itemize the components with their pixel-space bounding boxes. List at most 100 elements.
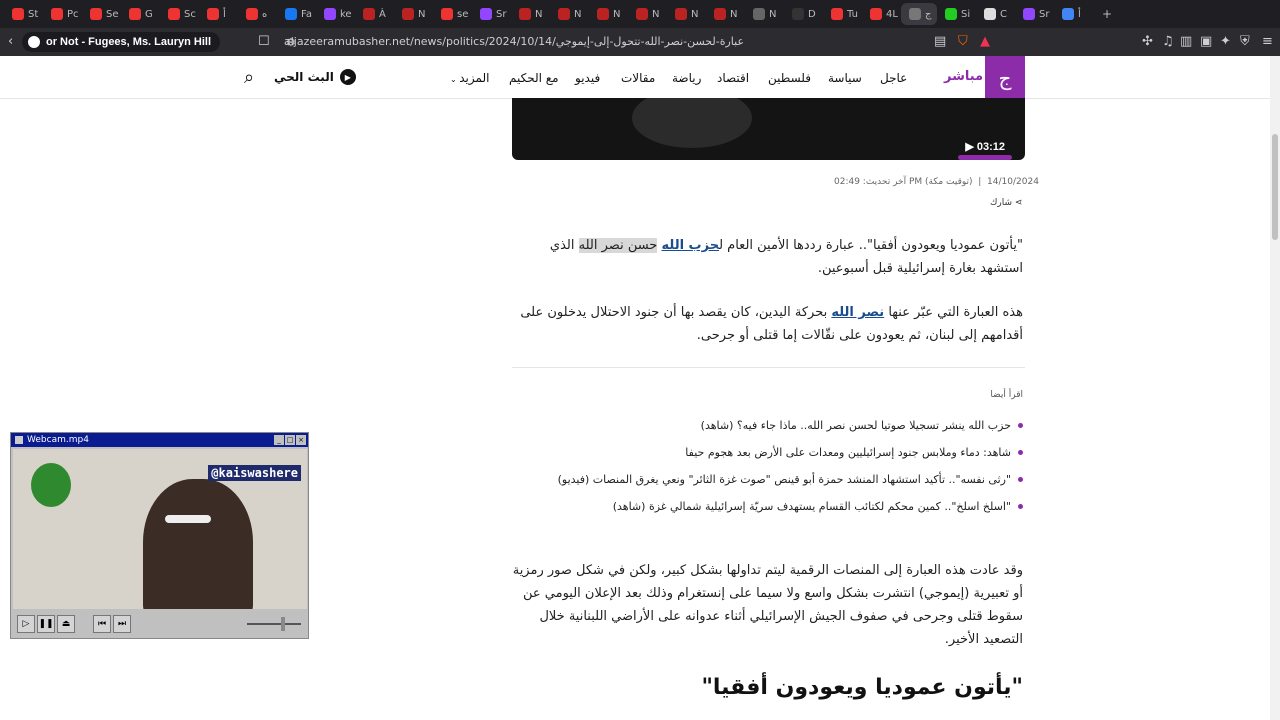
nav-item-politics[interactable]: سياسة <box>828 71 862 85</box>
eject-icon[interactable]: ⏏ <box>57 615 75 633</box>
leo-icon[interactable]: ✦ <box>1220 34 1231 49</box>
video-progress-bar[interactable] <box>958 155 1012 160</box>
next-icon[interactable]: ⏭ <box>113 615 131 633</box>
browser-tab[interactable]: À <box>355 3 394 25</box>
browser-tab[interactable]: N <box>745 3 784 25</box>
nav-item-more[interactable]: ⌄ المزيد <box>450 71 489 85</box>
article-paragraph-1: "يأتون عموديا ويعودون أفقيا".. عبارة ردد… <box>511 234 1023 280</box>
browser-tab[interactable]: Tu <box>823 3 862 25</box>
tab-label: Tu <box>847 8 858 20</box>
browser-tab[interactable]: Se <box>82 3 121 25</box>
browser-tab[interactable]: N <box>589 3 628 25</box>
browser-tab[interactable]: Sc <box>160 3 199 25</box>
tab-favicon-icon <box>441 8 453 20</box>
browser-tab[interactable]: Sr <box>1015 3 1054 25</box>
link-hezbollah[interactable]: حزب الله <box>662 238 720 253</box>
browser-tab[interactable]: 4L <box>862 3 901 25</box>
nav-item-urgent[interactable]: عاجل <box>880 71 907 85</box>
browser-tab[interactable]: N <box>667 3 706 25</box>
minimize-icon[interactable]: _ <box>274 435 284 445</box>
scrollbar-thumb[interactable] <box>1272 134 1278 240</box>
article-paragraph-2: هذه العبارة التي عبّر عنها نصر الله بحرك… <box>511 301 1023 347</box>
nav-item-economy[interactable]: اقتصاد <box>717 71 749 85</box>
back-icon[interactable]: ‹ <box>8 34 13 49</box>
browser-tab[interactable]: أ <box>1054 3 1093 25</box>
tab-favicon-icon <box>51 8 63 20</box>
browser-tab[interactable]: Pc <box>43 3 82 25</box>
extensions-icon[interactable]: ✣ <box>1142 34 1153 49</box>
browser-tab[interactable]: N <box>706 3 745 25</box>
tab-favicon-icon <box>12 8 24 20</box>
close-icon[interactable]: × <box>296 435 306 445</box>
nav-item-video[interactable]: فيديو <box>575 71 600 85</box>
tab-favicon-icon <box>246 8 258 20</box>
tab-label: C <box>1000 8 1007 20</box>
tab-favicon-icon <box>636 8 648 20</box>
play-icon[interactable]: ▷ <box>17 615 35 633</box>
publish-date: 14/10/2024 <box>987 177 1039 187</box>
browser-tab[interactable]: D <box>784 3 823 25</box>
tab-label: N <box>418 8 426 20</box>
p1-text: "يأتون عموديا ويعودون أفقيا".. عبارة ردد… <box>719 238 1023 253</box>
browser-tab[interactable]: N <box>550 3 589 25</box>
tab-label: Se <box>106 8 119 20</box>
browser-tab[interactable]: St <box>4 3 43 25</box>
vpn-icon[interactable]: ⛨ <box>1240 34 1250 49</box>
browser-tab[interactable]: G <box>121 3 160 25</box>
nav-item-alhakeem[interactable]: مع الحكيم <box>509 71 559 85</box>
bookmark-icon[interactable]: ☐ <box>258 34 270 49</box>
browser-tab[interactable]: Sr <box>472 3 511 25</box>
video-player[interactable]: ▶ 03:12 <box>512 98 1025 160</box>
tab-label: Sc <box>184 8 196 20</box>
browser-tab[interactable]: N <box>628 3 667 25</box>
nav-item-palestine[interactable]: فلسطين <box>768 71 811 85</box>
tab-favicon-icon <box>363 8 375 20</box>
brand-mubasher[interactable]: مباشر <box>944 69 983 84</box>
pause-icon[interactable]: ❚❚ <box>37 615 55 633</box>
reader-icon[interactable]: ▤ <box>934 34 946 49</box>
previous-icon[interactable]: ⏮ <box>93 615 111 633</box>
webcam-video: @kaiswashere <box>13 449 307 609</box>
brave-shield-icon[interactable]: ⛉ <box>958 34 968 49</box>
browser-tab[interactable]: se <box>433 3 472 25</box>
sidebar-icon[interactable]: ▥ <box>1180 34 1192 49</box>
nav-item-articles[interactable]: مقالات <box>621 71 655 85</box>
related-article-link[interactable]: شاهد: دماء وملابس جنود إسرائيليين ومعدات… <box>558 439 1024 466</box>
nav-item-sports[interactable]: رياضة <box>672 71 701 85</box>
webcam-window[interactable]: Webcam.mp4 _ □ × @kaiswashere ▷ ❚❚ ⏏ ⏮ ⏭ <box>10 432 309 639</box>
rewards-icon[interactable]: ▲ <box>980 34 990 49</box>
browser-tab[interactable]: Si <box>937 3 976 25</box>
address-bar-url[interactable]: aljazeeramubasher.net/news/politics/2024… <box>284 35 744 48</box>
volume-slider[interactable] <box>247 617 301 631</box>
live-stream-link[interactable]: البث الحي ▶ <box>274 69 356 85</box>
browser-tab[interactable]: N <box>511 3 550 25</box>
wallet-icon[interactable]: ▣ <box>1200 34 1212 49</box>
tab-label: N <box>574 8 582 20</box>
tab-label: ke <box>340 8 352 20</box>
media-playing-pill[interactable]: or Not - Fugees, Ms. Lauryn Hill <box>22 32 220 52</box>
browser-tab[interactable]: Fa <box>277 3 316 25</box>
browser-tab[interactable]: ke <box>316 3 355 25</box>
aljazeera-logo[interactable]: ج <box>985 56 1025 99</box>
browser-tab[interactable]: أ <box>199 3 238 25</box>
browser-tab[interactable]: C <box>976 3 1015 25</box>
browser-tab[interactable]: ه <box>238 3 277 25</box>
related-article-link[interactable]: "اسلخ اسلخ".. كمين محكم لكتائب القسام يس… <box>558 493 1024 520</box>
related-article-link[interactable]: حزب الله ينشر تسجيلا صوتيا لحسن نصر الله… <box>558 412 1024 439</box>
share-button[interactable]: شارك ⋖ <box>990 198 1022 208</box>
media-icon[interactable]: ♫ <box>1162 34 1174 49</box>
browser-tab[interactable]: N <box>394 3 433 25</box>
search-icon[interactable]: ⌕ <box>244 67 254 88</box>
link-nasrallah[interactable]: نصر الله <box>831 305 884 320</box>
webcam-title-bar[interactable]: Webcam.mp4 _ □ × <box>11 433 308 447</box>
menu-icon[interactable]: ≡ <box>1262 34 1273 49</box>
tab-favicon-icon <box>792 8 804 20</box>
maximize-icon[interactable]: □ <box>285 435 295 445</box>
logo-glyph: ج <box>998 65 1012 90</box>
tab-label: se <box>457 8 469 20</box>
video-duration: ▶ 03:12 <box>965 141 1005 153</box>
new-tab-button[interactable]: + <box>1093 7 1121 21</box>
related-article-link[interactable]: "رثى نفسه".. تأكيد استشهاد المنشد حمزة أ… <box>558 466 1024 493</box>
browser-tab[interactable]: ج× <box>901 3 937 25</box>
volume-thumb[interactable] <box>281 617 285 631</box>
